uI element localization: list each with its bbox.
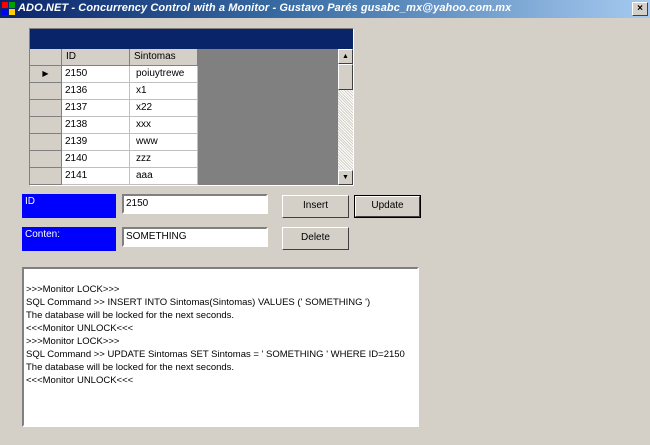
grid-vertical-scrollbar[interactable]: ▲ ▼ [338,49,353,185]
content-label: Conten: [22,227,116,251]
column-header-id[interactable]: ID [62,49,130,66]
cell-id[interactable]: 2136 [62,83,130,100]
log-line: SQL Command >> UPDATE Sintomas SET Sinto… [26,349,405,360]
title-bar[interactable]: ADO.NET - Concurrency Control with a Mon… [0,0,650,18]
cell-sintomas[interactable]: aaa [130,168,198,185]
id-label: ID [22,194,116,218]
cell-id[interactable]: 2140 [62,151,130,168]
scroll-down-button[interactable]: ▼ [338,170,353,185]
table-row[interactable]: ▶ 2150 poiuytrewe [30,66,198,83]
arrow-down-icon: ▼ [342,174,349,181]
log-line: <<<Monitor UNLOCK<<< [26,323,134,334]
table-row[interactable]: 2138 xxx [30,117,198,134]
row-selector[interactable] [30,100,62,117]
cell-sintomas[interactable]: zzz [130,151,198,168]
log-line: The database will be locked for the next… [26,362,235,373]
grid-corner-cell [30,49,62,66]
cell-id[interactable]: 2141 [62,168,130,185]
insert-button[interactable]: Insert [282,195,349,218]
content-input[interactable]: SOMETHING [122,227,268,247]
delete-button[interactable]: Delete [282,227,349,250]
app-icon [2,2,16,16]
row-selector[interactable] [30,117,62,134]
grid-caption-bar [30,29,353,49]
table-row[interactable]: 2139 www [30,134,198,151]
cell-sintomas[interactable]: xxx [130,117,198,134]
log-line: >>>Monitor LOCK>>> [26,336,120,347]
grid-header: ID Sintomas [30,49,198,66]
window-title: ADO.NET - Concurrency Control with a Mon… [18,2,512,14]
cell-sintomas[interactable]: poiuytrewe [130,66,198,83]
log-line: The database will be locked for the next… [26,310,235,321]
log-line: SQL Command >> INSERT INTO Sintomas(Sint… [26,297,371,308]
column-header-sintomas[interactable]: Sintomas [130,49,198,66]
cell-sintomas[interactable]: x1 [130,83,198,100]
row-selector[interactable] [30,168,62,185]
row-selector[interactable] [30,83,62,100]
content-label-text: Conten: [25,229,61,240]
table-row[interactable]: 2136 x1 [30,83,198,100]
close-button[interactable]: × [632,2,648,16]
table-row[interactable]: 2140 zzz [30,151,198,168]
close-icon: × [637,3,643,14]
cell-id[interactable]: 2138 [62,117,130,134]
cell-id[interactable]: 2139 [62,134,130,151]
arrow-up-icon: ▲ [342,53,349,60]
row-selector-current[interactable]: ▶ [30,66,62,83]
table-row[interactable]: 2137 x22 [30,100,198,117]
log-line: <<<Monitor UNLOCK<<< [26,375,134,386]
row-selector[interactable] [30,134,62,151]
log-line: >>>Monitor LOCK>>> [26,284,120,295]
table-row[interactable]: 2141 aaa [30,168,198,185]
id-label-text: ID [25,196,35,207]
update-button[interactable]: Update [354,195,421,218]
cell-sintomas[interactable]: x22 [130,100,198,117]
cell-id[interactable]: 2150 [62,66,130,83]
data-grid[interactable]: ID Sintomas ▶ 2150 poiuytrewe 2136 x1 21… [29,28,354,186]
id-input[interactable]: 2150 [122,194,268,214]
scroll-thumb[interactable] [338,64,353,90]
cell-id[interactable]: 2137 [62,100,130,117]
row-selector[interactable] [30,151,62,168]
scroll-up-button[interactable]: ▲ [338,49,353,64]
log-output-textbox[interactable]: >>>Monitor LOCK>>> SQL Command >> INSERT… [22,267,419,427]
cell-sintomas[interactable]: www [130,134,198,151]
